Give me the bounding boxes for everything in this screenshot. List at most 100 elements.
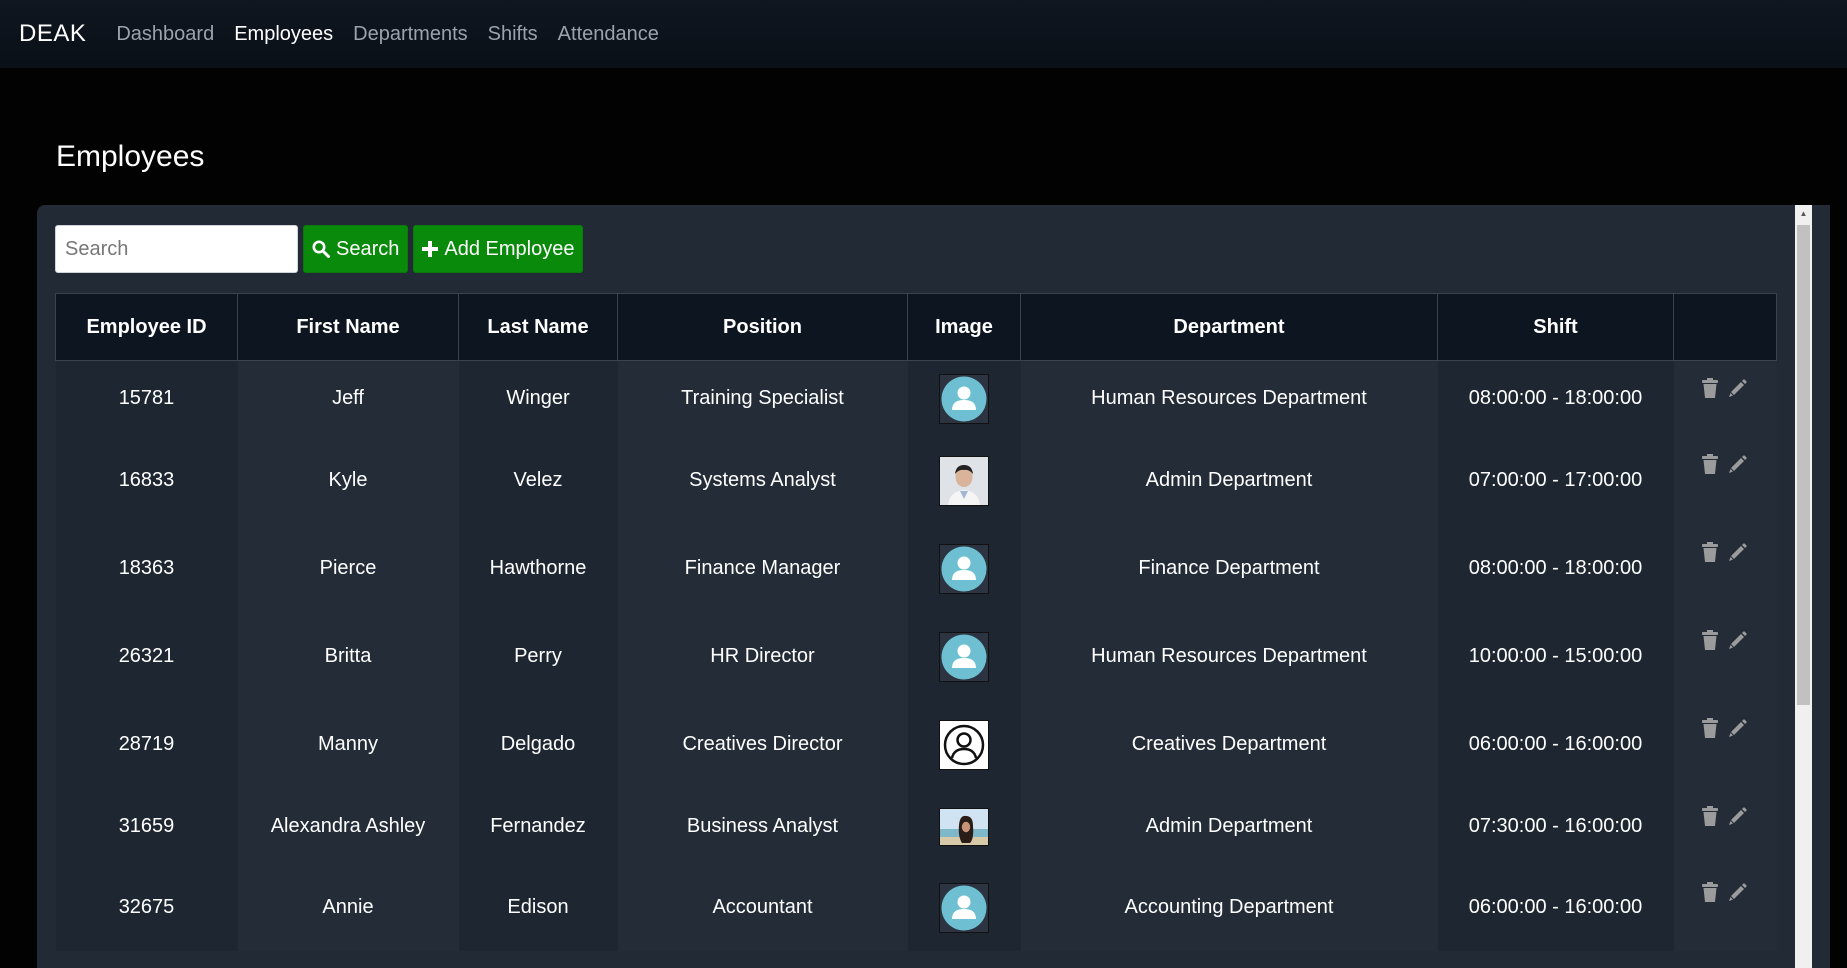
image-cell xyxy=(907,524,1021,613)
shift-cell: 07:30:00 - 16:00:00 xyxy=(1437,788,1674,865)
department-cell: Human Resources Department xyxy=(1020,612,1438,701)
row-actions-cell xyxy=(1673,436,1777,525)
image-cell xyxy=(907,700,1021,789)
header-shift[interactable]: Shift xyxy=(1437,293,1674,361)
first-name-cell: Annie xyxy=(237,864,459,951)
row-actions-cell xyxy=(1673,360,1777,437)
table-row[interactable]: 31659 Alexandra Ashley Fernandez Business A… xyxy=(55,788,1777,865)
employees-table-wrap: Employee ID First Name Last Name Positio… xyxy=(55,293,1777,951)
employee-id-cell: 18363 xyxy=(55,524,238,613)
header-employee-id[interactable]: Employee ID xyxy=(55,293,238,361)
table-row[interactable]: 26321 Britta Perry HR Director Human Resourc… xyxy=(55,612,1777,701)
table-row[interactable]: 18363 Pierce Hawthorne Finance Manager Finan… xyxy=(55,524,1777,613)
default-avatar-icon xyxy=(939,882,989,933)
employee-id-cell: 16833 xyxy=(55,436,238,525)
row-actions-cell xyxy=(1673,700,1777,789)
row-actions xyxy=(1702,453,1748,474)
image-cell xyxy=(907,436,1021,525)
nav-departments[interactable]: Departments xyxy=(353,23,468,46)
table-header-row: Employee ID First Name Last Name Positio… xyxy=(55,293,1777,361)
search-button-label: Search xyxy=(336,237,400,260)
nav-shifts[interactable]: Shifts xyxy=(488,23,538,46)
table-row[interactable]: 16833 Kyle Velez Systems Analyst Admin Depar… xyxy=(55,436,1777,525)
default-avatar-icon xyxy=(939,373,989,424)
row-actions-cell xyxy=(1673,524,1777,613)
first-name-cell: Alexandra Ashley xyxy=(237,788,459,865)
delete-icon[interactable] xyxy=(1702,805,1718,826)
default-avatar-icon xyxy=(939,631,989,682)
edit-pencil-icon[interactable] xyxy=(1728,882,1748,902)
employee-photo-portrait-icon xyxy=(939,455,989,506)
employees-card: Search Add Employee Employee ID First Na… xyxy=(37,205,1830,968)
outline-avatar-icon xyxy=(939,719,989,770)
add-employee-button[interactable]: Add Employee xyxy=(413,225,584,273)
search-icon xyxy=(312,240,330,258)
nav-dashboard[interactable]: Dashboard xyxy=(116,23,214,46)
employees-table: Employee ID First Name Last Name Positio… xyxy=(55,293,1777,951)
header-first-name[interactable]: First Name xyxy=(237,293,459,361)
search-button[interactable]: Search xyxy=(303,225,409,273)
row-actions xyxy=(1702,378,1748,398)
first-name-cell: Kyle xyxy=(237,436,459,525)
position-cell: Creatives Director xyxy=(617,700,908,789)
delete-icon[interactable] xyxy=(1702,541,1718,562)
delete-icon[interactable] xyxy=(1702,378,1718,398)
first-name-cell: Jeff xyxy=(237,360,459,437)
position-cell: Accountant xyxy=(617,864,908,951)
page-title: Employees xyxy=(56,140,205,173)
edit-pencil-icon[interactable] xyxy=(1728,718,1748,738)
table-body: 15781 Jeff Winger Training Specialist Human … xyxy=(55,360,1777,951)
last-name-cell: Perry xyxy=(458,612,618,701)
edit-pencil-icon[interactable] xyxy=(1728,454,1748,474)
employee-id-cell: 28719 xyxy=(55,700,238,789)
edit-pencil-icon[interactable] xyxy=(1728,542,1748,562)
delete-icon[interactable] xyxy=(1702,629,1718,650)
shift-cell: 08:00:00 - 18:00:00 xyxy=(1437,360,1674,437)
shift-cell: 07:00:00 - 17:00:00 xyxy=(1437,436,1674,525)
delete-icon[interactable] xyxy=(1702,881,1718,902)
shift-cell: 06:00:00 - 16:00:00 xyxy=(1437,864,1674,951)
first-name-cell: Pierce xyxy=(237,524,459,613)
table-row[interactable]: 32675 Annie Edison Accountant Accounting Dep… xyxy=(55,864,1777,951)
edit-pencil-icon[interactable] xyxy=(1728,378,1748,398)
header-department[interactable]: Department xyxy=(1020,293,1438,361)
edit-pencil-icon[interactable] xyxy=(1728,630,1748,650)
shift-cell: 06:00:00 - 16:00:00 xyxy=(1437,700,1674,789)
delete-icon[interactable] xyxy=(1702,453,1718,474)
employee-id-cell: 31659 xyxy=(55,788,238,865)
row-actions-cell xyxy=(1673,788,1777,865)
nav-attendance[interactable]: Attendance xyxy=(558,23,659,46)
position-cell: Finance Manager xyxy=(617,524,908,613)
nav-employees[interactable]: Employees xyxy=(234,23,333,46)
header-image[interactable]: Image xyxy=(907,293,1021,361)
employee-id-cell: 15781 xyxy=(55,360,238,437)
brand-logo[interactable]: DEAK xyxy=(19,20,86,48)
table-row[interactable]: 15781 Jeff Winger Training Specialist Human … xyxy=(55,360,1777,437)
employee-photo-beach-icon xyxy=(939,807,989,846)
edit-pencil-icon[interactable] xyxy=(1728,806,1748,826)
image-cell xyxy=(907,864,1021,951)
department-cell: Admin Department xyxy=(1020,436,1438,525)
last-name-cell: Velez xyxy=(458,436,618,525)
row-actions xyxy=(1702,805,1748,826)
last-name-cell: Delgado xyxy=(458,700,618,789)
image-cell xyxy=(907,788,1021,865)
page-scrollbar[interactable]: ▲ xyxy=(1795,205,1812,968)
search-input[interactable] xyxy=(55,225,298,273)
department-cell: Human Resources Department xyxy=(1020,360,1438,437)
header-last-name[interactable]: Last Name xyxy=(458,293,618,361)
header-actions xyxy=(1673,293,1777,361)
scrollbar-thumb[interactable] xyxy=(1797,225,1810,705)
row-actions xyxy=(1702,629,1748,650)
last-name-cell: Winger xyxy=(458,360,618,437)
delete-icon[interactable] xyxy=(1702,717,1718,738)
scroll-up-arrow-icon[interactable]: ▲ xyxy=(1795,205,1812,223)
table-row[interactable]: 28719 Manny Delgado Creatives Director Creat… xyxy=(55,700,1777,789)
header-position[interactable]: Position xyxy=(617,293,908,361)
employee-id-cell: 32675 xyxy=(55,864,238,951)
first-name-cell: Manny xyxy=(237,700,459,789)
toolbar: Search Add Employee xyxy=(55,225,588,273)
top-navbar: DEAK Dashboard Employees Departments Shi… xyxy=(0,0,1847,68)
department-cell: Creatives Department xyxy=(1020,700,1438,789)
row-actions-cell xyxy=(1673,612,1777,701)
